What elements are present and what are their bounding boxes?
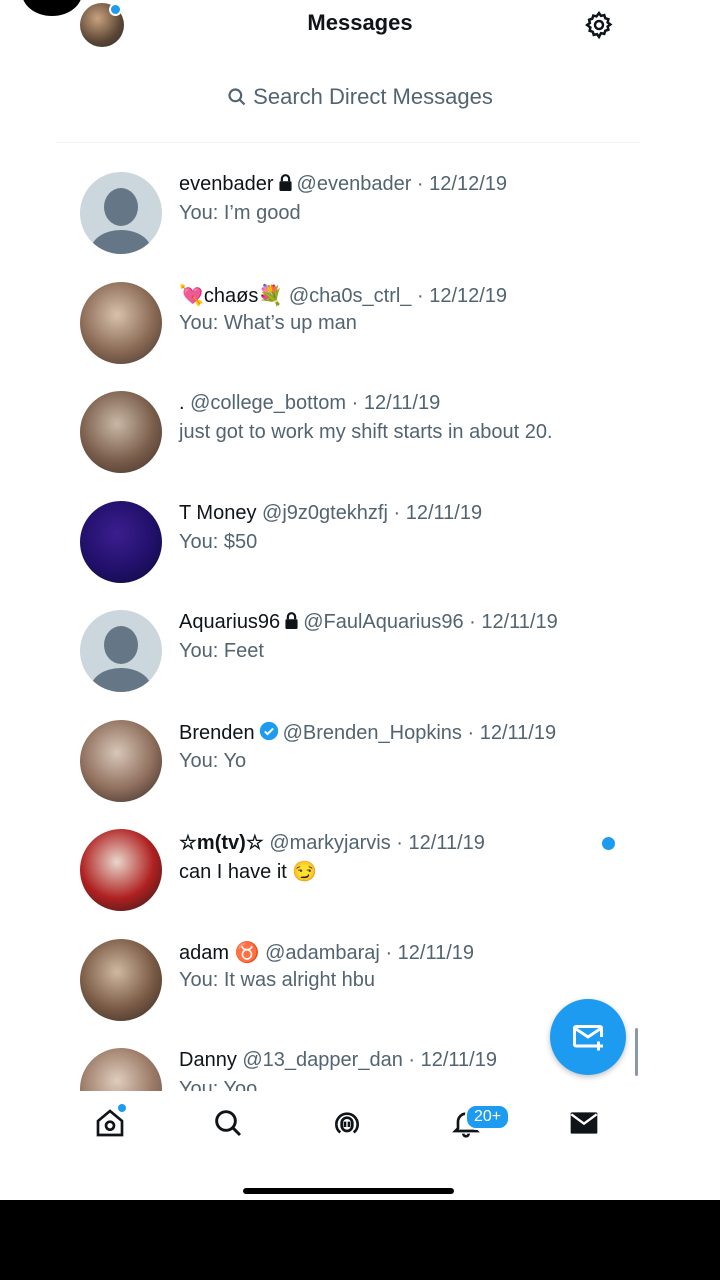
conversation-header: Aquarius96 @FaulAquarius96 · 12/11/19 xyxy=(179,611,558,635)
home-notification-dot xyxy=(118,1104,126,1112)
conversation-header: 💘chaøs💐 @cha0s_ctrl_ · 12/12/19 xyxy=(179,283,507,308)
tab-search[interactable] xyxy=(212,1107,248,1143)
user-handle: @Brenden_Hopkins xyxy=(282,721,462,744)
default-avatar-icon[interactable] xyxy=(80,172,162,254)
message-date: · 12/11/19 xyxy=(467,721,557,744)
messages-icon xyxy=(570,1112,598,1134)
header: Messages xyxy=(0,0,720,60)
message-date: · 12/11/19 xyxy=(469,611,558,633)
conversation-row[interactable]: evenbader @evenbader · 12/12/19 You: I’m g… xyxy=(0,143,720,254)
search-icon xyxy=(228,88,246,106)
message-date: · 12/12/19 xyxy=(416,284,508,307)
tab-home[interactable] xyxy=(94,1107,130,1143)
message-preview: You: Feet xyxy=(179,640,264,662)
search-bar[interactable]: Search Direct Messages xyxy=(0,84,720,118)
search-placeholder: Search Direct Messages xyxy=(253,84,493,109)
avatar[interactable] xyxy=(80,938,162,1021)
conversation-row[interactable]: Brenden @Brenden_Hopkins · 12/11/19 You: Y… xyxy=(0,691,720,802)
notifications-badge: 20+ xyxy=(465,1104,511,1130)
avatar[interactable] xyxy=(80,829,162,911)
display-name: . xyxy=(179,392,185,414)
avatar[interactable] xyxy=(80,500,162,583)
user-handle: @j9z0gtekhzfj xyxy=(262,501,388,524)
display-name: Brenden xyxy=(179,721,255,744)
search-icon xyxy=(215,1110,242,1137)
conversation-header: adam ♉ @adambaraj · 12/11/19 xyxy=(179,940,474,965)
message-preview: You: $50 xyxy=(179,530,258,553)
conversation-header: Danny @13_dapper_dan · 12/11/19 xyxy=(179,1049,497,1072)
default-avatar-icon[interactable] xyxy=(80,610,162,692)
display-name: T Money xyxy=(179,501,257,524)
display-name: 💘chaøs💐 xyxy=(179,284,284,307)
new-message-icon xyxy=(573,1025,603,1051)
user-handle: @evenbader xyxy=(296,173,412,195)
tab-spaces[interactable] xyxy=(331,1107,367,1143)
conversation-row[interactable]: ☆m(tv)☆ @markyjarvis · 12/11/19 can I hav… xyxy=(0,800,720,911)
new-message-button[interactable] xyxy=(550,999,626,1075)
lock-icon xyxy=(284,612,299,635)
conversation-row[interactable]: . @college_bottom · 12/11/19 just got to … xyxy=(0,362,720,473)
message-preview: You: What’s up man xyxy=(179,311,357,334)
message-preview: You: It was alright hbu xyxy=(179,968,376,991)
conversation-row[interactable]: 💘chaøs💐 @cha0s_ctrl_ · 12/12/19 You: What… xyxy=(0,253,720,364)
message-preview: can I have it 😏 xyxy=(179,861,318,883)
conversation-row[interactable]: Aquarius96 @FaulAquarius96 · 12/11/19 You:… xyxy=(0,581,720,692)
conversation-header: ☆m(tv)☆ @markyjarvis · 12/11/19 xyxy=(179,830,485,855)
display-name: ☆m(tv)☆ xyxy=(179,832,264,854)
conversation-header: T Money @j9z0gtekhzfj · 12/11/19 xyxy=(179,502,482,525)
message-preview: You: I’m good xyxy=(179,202,301,224)
bottom-tab-bar xyxy=(0,1091,720,1161)
display-name: evenbader xyxy=(179,173,274,195)
user-handle: @college_bottom xyxy=(190,392,347,414)
message-date: · 12/11/19 xyxy=(351,392,441,414)
avatar[interactable] xyxy=(80,1048,162,1091)
user-handle: @markyjarvis xyxy=(269,832,391,854)
message-date: · 12/11/19 xyxy=(385,941,475,964)
message-date: · 12/11/19 xyxy=(408,1049,497,1071)
message-preview: just got to work my shift starts in abou… xyxy=(179,421,553,443)
message-preview: You: Yoo xyxy=(179,1078,258,1091)
display-name: Aquarius96 xyxy=(179,611,281,633)
user-handle: @13_dapper_dan xyxy=(242,1049,403,1071)
user-handle: @FaulAquarius96 xyxy=(303,611,464,633)
avatar[interactable] xyxy=(80,281,162,364)
verified-badge-icon xyxy=(259,721,279,747)
spaces-icon xyxy=(335,1112,360,1134)
message-preview: You: Yo xyxy=(179,749,247,772)
messages-screen: Messages Search Direct Messages evenbade… xyxy=(0,0,720,1200)
conversation-row[interactable]: adam ♉ @adambaraj · 12/11/19 You: It was … xyxy=(0,910,720,1021)
user-handle: @cha0s_ctrl_ xyxy=(288,284,412,307)
display-name: adam ♉ xyxy=(179,941,260,964)
home-indicator[interactable] xyxy=(243,1188,454,1194)
display-name: Danny xyxy=(179,1049,237,1071)
conversation-header: evenbader @evenbader · 12/12/19 xyxy=(179,173,507,197)
message-date: · 12/11/19 xyxy=(393,501,483,524)
settings-gear-icon[interactable] xyxy=(584,10,614,40)
user-handle: @adambaraj xyxy=(265,941,380,964)
avatar[interactable] xyxy=(80,391,162,473)
message-date: · 12/11/19 xyxy=(396,832,485,854)
avatar[interactable] xyxy=(80,719,162,802)
scrollbar[interactable] xyxy=(635,1028,638,1076)
conversation-header: . @college_bottom · 12/11/19 xyxy=(179,392,440,415)
conversation-list: evenbader @evenbader · 12/12/19 You: I’m g… xyxy=(0,143,720,1091)
lock-icon xyxy=(278,174,293,197)
unread-indicator xyxy=(602,837,615,850)
tab-messages[interactable] xyxy=(568,1107,604,1143)
conversation-row[interactable]: T Money @j9z0gtekhzfj · 12/11/19 You: $50 xyxy=(0,472,720,583)
conversation-header: Brenden @Brenden_Hopkins · 12/11/19 xyxy=(179,721,556,747)
message-date: · 12/12/19 xyxy=(416,173,507,195)
